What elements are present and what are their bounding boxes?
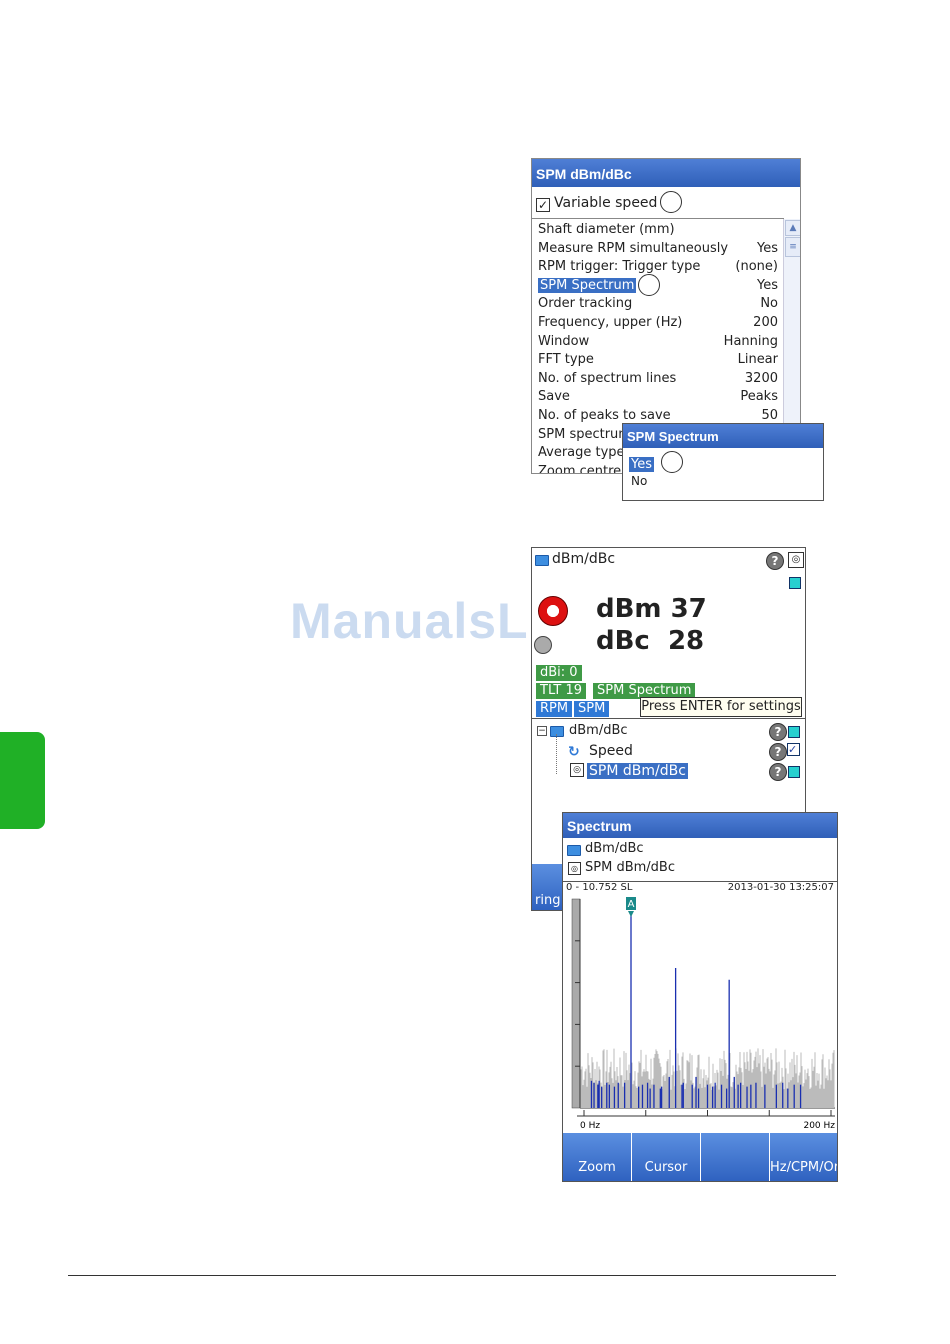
dbm-value: 37: [670, 594, 707, 624]
setting-label: FFT type: [538, 352, 594, 368]
dbm-label: dBm: [596, 594, 662, 624]
marker-arrow: [628, 911, 634, 917]
setting-label: Window: [538, 333, 590, 349]
setting-row[interactable]: Measure RPM simultaneously Yes: [538, 240, 778, 258]
option-yes[interactable]: Yes: [629, 457, 654, 472]
setting-label: Measure RPM simultaneously: [538, 240, 729, 256]
option-no[interactable]: No: [631, 474, 647, 488]
measurement-header: dBm/dBc: [552, 551, 616, 567]
softkey-ring[interactable]: ring: [532, 864, 565, 910]
marker-label: A: [628, 899, 635, 910]
checked-icon[interactable]: ✓: [787, 743, 800, 756]
speed-icon: ↻: [568, 744, 580, 760]
callout-circle-icon: [638, 273, 660, 296]
status-square-icon: [788, 726, 800, 738]
spectrum-title: Spectrum: [563, 813, 837, 838]
spectrum-screen: Spectrum dBm/dBc ◎ SPM dBm/dBc 0 - 10.75…: [562, 812, 838, 1182]
setting-label: SPM spectrum: [538, 426, 631, 442]
scroll-up-icon[interactable]: ▲: [785, 220, 800, 236]
status-square-icon: [788, 766, 800, 778]
level-bar: [571, 898, 581, 1109]
zoom-key[interactable]: Zoom: [563, 1133, 632, 1181]
dialog-title: SPM dBm/dBc: [532, 159, 800, 187]
blank-key[interactable]: [701, 1133, 770, 1181]
spectrum-path2: SPM dBm/dBc: [585, 860, 675, 875]
help-icon[interactable]: ?: [769, 743, 787, 761]
setting-row[interactable]: Frequency, upper (Hz) 200: [538, 314, 778, 332]
setting-value: 200: [753, 315, 778, 330]
spectrum-path1: dBm/dBc: [585, 841, 644, 856]
range-label: 0 - 10.752 SL: [566, 882, 633, 893]
x-end-label: 200 Hz: [803, 1121, 835, 1131]
evaluation-icon: [538, 596, 568, 626]
spm-transducer-icon: ◎: [570, 763, 584, 777]
setting-label: Frequency, upper (Hz): [538, 315, 683, 330]
setting-value: Hanning: [723, 333, 778, 349]
units-key[interactable]: Hz/CPM/Or: [770, 1133, 837, 1181]
setting-row[interactable]: Order tracking No: [538, 295, 778, 313]
rpm-badge: RPM: [536, 701, 573, 717]
status-square-icon: [789, 577, 801, 589]
callout-circle-icon: [661, 451, 683, 473]
setting-value: No: [760, 296, 778, 312]
help-icon[interactable]: ?: [769, 763, 787, 781]
dbm-readout: dBm 37: [596, 594, 707, 624]
spm-transducer-icon: ◎: [568, 862, 581, 875]
tree-root[interactable]: dBm/dBc: [569, 723, 628, 738]
tree-spm[interactable]: SPM dBm/dBc: [587, 763, 688, 779]
setting-value: Linear: [737, 352, 778, 368]
dbc-label: dBc: [596, 626, 650, 656]
timestamp: 2013-01-30 13:25:07: [727, 882, 834, 893]
setting-label: Shaft diameter (mm): [538, 222, 675, 237]
setting-value: 3200: [744, 370, 778, 386]
folder-icon: [535, 555, 549, 566]
dbi-badge: dBi: 0: [536, 665, 582, 681]
cursor-key[interactable]: Cursor: [632, 1133, 701, 1181]
setting-label: No. of peaks to save: [538, 408, 671, 423]
callout-circle-icon: [660, 191, 682, 213]
setting-value: (none): [735, 259, 778, 275]
tree-line: [556, 734, 558, 774]
chapter-tab: [0, 732, 45, 829]
checkbox-icon[interactable]: ✓: [536, 198, 550, 212]
setting-value: Peaks: [740, 389, 778, 405]
tlt-badge: TLT 19: [536, 683, 587, 699]
setting-label: Average type: [538, 445, 625, 461]
setting-label: SPM Spectrum: [538, 277, 637, 293]
setting-row[interactable]: Window Hanning: [538, 333, 778, 351]
help-icon[interactable]: ?: [769, 723, 787, 741]
variable-speed-label: Variable speed: [554, 195, 658, 211]
x-start-label: 0 Hz: [580, 1121, 600, 1131]
dbc-value: 28: [667, 626, 705, 656]
setting-row[interactable]: RPM trigger: Trigger type (none): [538, 258, 778, 276]
setting-row[interactable]: Shaft diameter (mm): [538, 221, 778, 239]
setting-label: Save: [538, 389, 570, 405]
tree-speed[interactable]: Speed: [589, 743, 633, 759]
setting-row[interactable]: FFT type Linear: [538, 351, 778, 369]
spm-transducer-icon: ◎: [788, 552, 804, 568]
setting-row[interactable]: Save Peaks: [538, 388, 778, 406]
setting-label: No. of spectrum lines: [538, 370, 677, 386]
spectrum-plot[interactable]: A 0 Hz 200 Hz: [563, 893, 837, 1133]
folder-icon: [567, 845, 581, 856]
collapse-icon[interactable]: −: [537, 726, 547, 736]
setting-row[interactable]: No. of spectrum lines 3200: [538, 370, 778, 388]
setting-label: Zoom centre: [538, 463, 622, 474]
spm-badge: SPM: [574, 701, 610, 717]
setting-value: Yes: [757, 240, 778, 256]
variable-speed-option[interactable]: ✓ Variable speed: [536, 192, 657, 214]
tooltip: Press ENTER for settings: [640, 697, 802, 717]
setting-value: Yes: [757, 277, 778, 293]
spm-spectrum-popup: SPM Spectrum Yes No: [622, 423, 824, 501]
setting-label: Order tracking: [538, 296, 633, 312]
ball-icon: [534, 636, 552, 654]
page-rule: [68, 1275, 836, 1276]
dbc-readout: dBc 28: [596, 626, 704, 656]
popup-title: SPM Spectrum: [623, 424, 823, 448]
scroll-thumb[interactable]: ≡: [785, 237, 800, 257]
setting-label: RPM trigger: Trigger type: [538, 259, 701, 275]
divider: [532, 718, 805, 719]
help-icon[interactable]: ?: [766, 552, 784, 570]
